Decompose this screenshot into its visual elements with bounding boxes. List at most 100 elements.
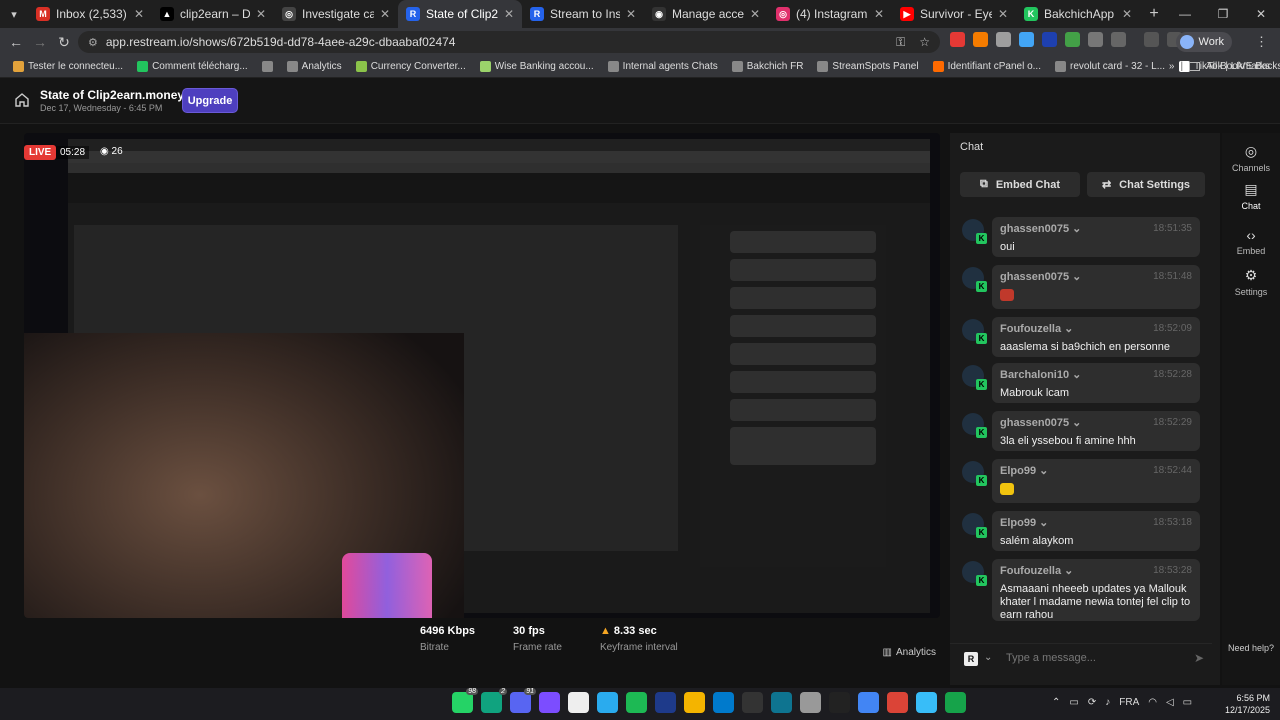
bookmark-item[interactable]: StreamSpots Panel <box>810 61 925 72</box>
bookmark-item[interactable]: Currency Converter... <box>349 61 473 72</box>
chevron-down-icon[interactable]: ⌄ <box>1036 517 1048 529</box>
need-help-button[interactable]: Need help? <box>1222 643 1280 653</box>
app-icon[interactable] <box>539 692 560 713</box>
close-tab-icon[interactable]: ✕ <box>626 7 636 21</box>
chevron-down-icon[interactable]: ⌄ <box>1069 271 1081 283</box>
notepad-icon[interactable] <box>916 692 937 713</box>
puzzle-icon[interactable] <box>1111 32 1126 47</box>
close-tab-icon[interactable]: ✕ <box>504 7 514 21</box>
profile-button[interactable]: Work <box>1175 32 1232 52</box>
key-icon[interactable]: ⚿ <box>896 35 905 50</box>
chatgpt-icon[interactable]: 2 <box>481 688 507 713</box>
embed-chat-button[interactable]: ⧉ Embed Chat <box>960 172 1080 197</box>
chat-messages[interactable]: Kghassen0075 ⌄ 18:51:35 oui Kghassen0075 ⌄ 1… <box>950 217 1212 637</box>
bookmark-item[interactable]: Bakchich FR <box>725 61 811 72</box>
app-icon[interactable] <box>655 692 676 713</box>
browser-tab[interactable]: R State of Clip2earn.mo ✕ <box>398 0 522 28</box>
chevron-down-icon[interactable]: ⌄ <box>1061 565 1073 577</box>
chrome-icon[interactable] <box>684 692 705 713</box>
rail-chat[interactable]: ▤ Chat <box>1222 181 1280 211</box>
telegram-icon[interactable] <box>597 692 618 713</box>
discord-icon[interactable]: 91 <box>510 688 536 713</box>
site-info-icon[interactable]: ⚙ <box>88 36 98 49</box>
camera-icon[interactable]: ▭ <box>1069 697 1078 708</box>
bookmark-item[interactable] <box>255 61 280 72</box>
chrome-icon[interactable] <box>887 692 908 713</box>
analytics-button[interactable]: ▥ Analytics <box>883 647 936 658</box>
vscode-icon[interactable] <box>713 692 734 713</box>
chat-settings-button[interactable]: ⇄ Chat Settings <box>1087 172 1205 197</box>
browser-menu-icon[interactable]: ⋮ <box>1255 34 1268 50</box>
upgrade-button[interactable]: Upgrade <box>182 88 238 113</box>
chevron-down-icon[interactable]: ⌄ <box>984 652 992 663</box>
chevron-down-icon[interactable]: ⌄ <box>1061 323 1073 335</box>
show-title[interactable]: State of Clip2earn.money ⌄ <box>40 88 201 102</box>
close-tab-icon[interactable]: ✕ <box>750 7 760 21</box>
chevron-up-icon[interactable]: ⌃ <box>1052 697 1060 708</box>
chrome-icon[interactable] <box>858 692 879 713</box>
browser-tab[interactable]: ▲ clip2earn – Deployme ✕ <box>152 0 274 28</box>
whatsapp-icon[interactable]: 98 <box>452 688 478 713</box>
chevron-down-icon[interactable]: ⌄ <box>1069 223 1081 235</box>
wifi-icon[interactable]: ◠ <box>1148 697 1157 708</box>
reload-button[interactable]: ↻ <box>52 34 76 51</box>
app-icon[interactable] <box>771 692 792 713</box>
more-bookmarks-icon[interactable]: » <box>1169 61 1175 72</box>
close-window-button[interactable]: ✕ <box>1242 0 1280 28</box>
bookmark-item[interactable]: revolut card - 32 - L... <box>1048 61 1172 72</box>
rail-settings[interactable]: ⚙ Settings <box>1222 267 1280 297</box>
restream-logo-icon[interactable]: R <box>964 652 978 666</box>
browser-tab[interactable]: ◎ (4) Instagram ✕ <box>768 0 892 28</box>
volume-icon[interactable]: ◁ <box>1166 697 1174 708</box>
app-icon[interactable] <box>800 692 821 713</box>
bookmark-item[interactable]: Tester le connecteu... <box>6 61 130 72</box>
notion-icon[interactable] <box>568 692 589 713</box>
bookmark-item[interactable]: Wise Banking accou... <box>473 61 601 72</box>
minimize-button[interactable]: — <box>1166 0 1204 28</box>
bookmark-item[interactable]: Internal agents Chats <box>601 61 725 72</box>
chevron-down-icon[interactable]: ⌄ <box>1036 465 1048 477</box>
browser-tab[interactable]: R Stream to Instagram ✕ <box>522 0 644 28</box>
browser-tab[interactable]: ◎ Investigate campaign ✕ <box>274 0 398 28</box>
all-bookmarks-link[interactable]: All Bookmarks <box>1206 61 1270 72</box>
close-tab-icon[interactable]: ✕ <box>256 7 266 21</box>
app-icon[interactable] <box>945 692 966 713</box>
browser-tab[interactable]: M Inbox (2,533) - infos@ ✕ <box>28 0 152 28</box>
rail-embed[interactable]: ‹› Embed <box>1222 227 1280 256</box>
close-tab-icon[interactable]: ✕ <box>998 7 1008 21</box>
url-bar[interactable]: ⚙ app.restream.io/shows/672b519d-dd78-4a… <box>78 31 940 53</box>
close-tab-icon[interactable]: ✕ <box>1122 7 1132 21</box>
bookmark-item[interactable]: Comment télécharg... <box>130 61 255 72</box>
close-tab-icon[interactable]: ✕ <box>874 7 884 21</box>
app-icon[interactable] <box>829 692 850 713</box>
home-icon[interactable] <box>14 92 30 108</box>
language-indicator[interactable]: FRA <box>1119 697 1139 708</box>
extension-icon[interactable] <box>996 32 1011 47</box>
clock[interactable]: 6:56 PM 12/17/2025 <box>1225 692 1270 716</box>
chevron-down-icon[interactable]: ⌄ <box>1069 417 1081 429</box>
sync-icon[interactable]: ⟳ <box>1088 697 1096 708</box>
battery-icon[interactable]: ▭ <box>1183 697 1192 708</box>
extension-icon[interactable] <box>1042 32 1057 47</box>
browser-tab[interactable]: ◉ Manage access ✕ <box>644 0 768 28</box>
browser-tab[interactable]: ▶ Survivor - Eye Of The ✕ <box>892 0 1016 28</box>
close-tab-icon[interactable]: ✕ <box>380 7 390 21</box>
back-button[interactable]: ← <box>4 34 28 50</box>
extension-icon[interactable] <box>950 32 965 47</box>
extension-icon[interactable] <box>1065 32 1080 47</box>
maximize-button[interactable]: ❐ <box>1204 0 1242 28</box>
tab-search-button[interactable]: ▾ <box>0 0 28 28</box>
bookmark-star-icon[interactable]: ☆ <box>919 35 930 50</box>
forward-button[interactable]: → <box>28 34 52 50</box>
terminal-icon[interactable] <box>742 692 763 713</box>
bookmark-item[interactable]: Analytics <box>280 61 349 72</box>
mic-icon[interactable]: ♪ <box>1105 697 1110 708</box>
new-tab-button[interactable]: + <box>1140 5 1168 23</box>
rail-channels[interactable]: ◎ Channels <box>1222 143 1280 173</box>
bookmark-item[interactable]: Identifiant cPanel o... <box>926 61 1048 72</box>
send-icon[interactable]: ➤ <box>1194 651 1204 665</box>
message-input[interactable]: Type a message... <box>1006 652 1096 664</box>
extension-icon[interactable] <box>1088 32 1103 47</box>
extension-icon[interactable] <box>1019 32 1034 47</box>
extension-icon[interactable] <box>973 32 988 47</box>
